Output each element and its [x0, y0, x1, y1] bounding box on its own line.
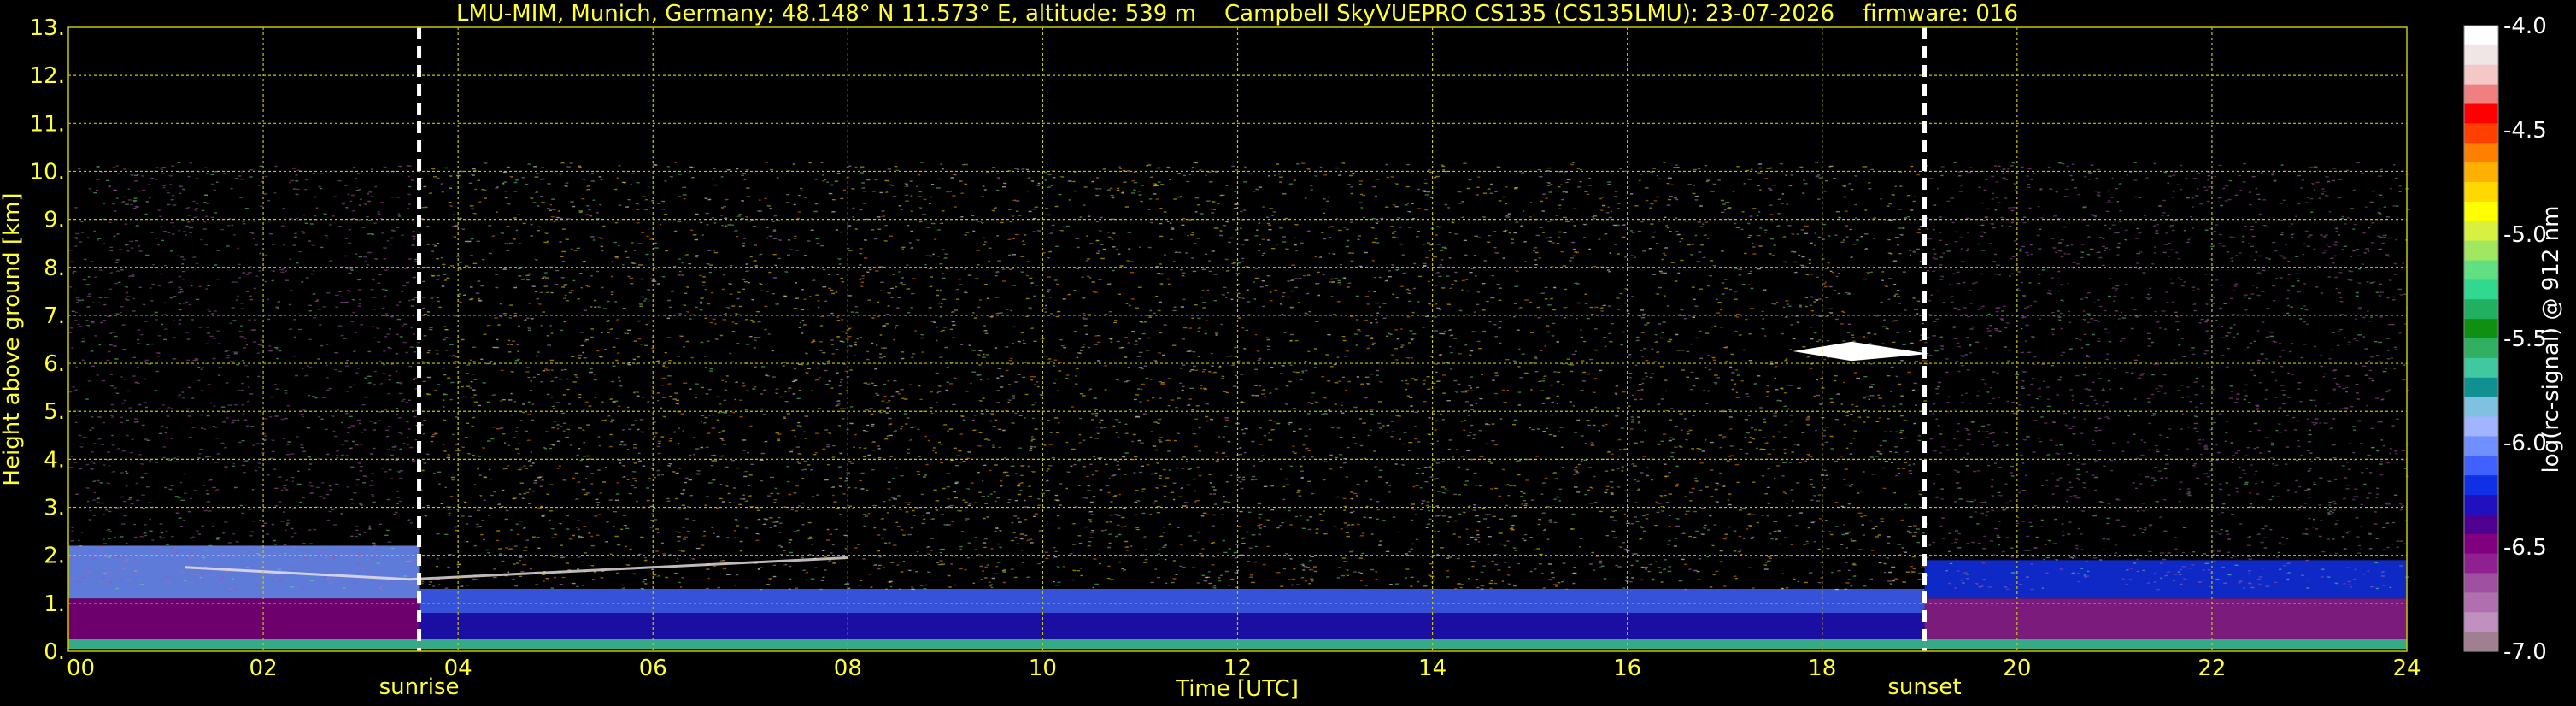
ceilometer-chart: LMU-MIM, Munich, Germany; 48.148° N 11.5…	[0, 0, 2576, 706]
colorbar-swatch	[2464, 103, 2498, 124]
chart-title: LMU-MIM, Munich, Germany; 48.148° N 11.5…	[456, 1, 2018, 26]
colorbar-swatch	[2464, 182, 2498, 203]
y-tick-label: 4.	[44, 447, 65, 473]
x-tick-label: 08	[834, 656, 862, 681]
colorbar	[2463, 25, 2499, 652]
colorbar-swatch	[2464, 26, 2498, 46]
x-tick-label: 14	[1418, 656, 1446, 681]
y-tick-label: 2.	[44, 544, 65, 569]
x-tick-label: 16	[1613, 656, 1641, 681]
colorbar-swatch	[2464, 201, 2498, 222]
y-tick-label: 12.	[30, 63, 65, 89]
backscatter-band	[68, 598, 420, 639]
backscatter-band	[419, 589, 1925, 614]
colorbar-swatch	[2464, 162, 2498, 183]
colorbar-swatch	[2464, 44, 2498, 66]
colorbar-swatch	[2464, 553, 2498, 574]
colorbar-swatch	[2464, 319, 2498, 339]
x-tick-label: 24	[2392, 656, 2421, 681]
colorbar-swatch	[2464, 533, 2498, 555]
colorbar-swatch	[2464, 123, 2498, 144]
y-tick-label: 9.	[44, 208, 65, 233]
x-tick-label: 00	[67, 656, 95, 681]
annotation-label: sunset	[1887, 674, 1961, 700]
colorbar-swatch	[2464, 612, 2498, 632]
colorbar-tick-label: -4.5	[2503, 118, 2547, 144]
colorbar-label: log(rc-signal) @ 912 nm	[2538, 206, 2564, 474]
colorbar-swatch	[2464, 64, 2498, 85]
x-tick-label: 22	[2198, 656, 2226, 681]
backscatter-band	[1924, 598, 2407, 639]
colorbar-swatch	[2464, 632, 2498, 652]
y-tick-label: 7.	[44, 303, 65, 329]
colorbar-swatch	[2464, 221, 2498, 242]
y-tick-label: 10.	[30, 159, 65, 185]
colorbar-swatch	[2464, 143, 2498, 163]
x-tick-label: 18	[1808, 656, 1836, 681]
x-tick-label: 02	[249, 656, 278, 681]
colorbar-swatch	[2464, 514, 2498, 535]
backscatter-band	[68, 545, 420, 599]
x-tick-label: 10	[1029, 656, 1057, 681]
colorbar-swatch	[2464, 240, 2498, 262]
y-tick-label: 1.	[44, 591, 65, 617]
backscatter-band	[1924, 560, 2407, 599]
y-tick-label: 8.	[44, 256, 65, 281]
colorbar-swatch	[2464, 573, 2498, 593]
colorbar-tick-label: -4.0	[2503, 14, 2547, 39]
y-tick-label: 13.	[30, 15, 65, 41]
colorbar-tick-label: -6.5	[2503, 535, 2547, 561]
colorbar-swatch	[2464, 357, 2498, 379]
annotation-label: sunrise	[379, 674, 460, 700]
backscatter-band	[419, 613, 1925, 639]
colorbar-tick-label: -7.0	[2503, 639, 2547, 665]
colorbar-swatch	[2464, 475, 2498, 496]
colorbar-swatch	[2464, 84, 2498, 105]
colorbar-swatch	[2464, 592, 2498, 613]
y-tick-label: 3.	[44, 496, 65, 521]
colorbar-swatch	[2464, 436, 2498, 456]
colorbar-swatch	[2464, 456, 2498, 476]
x-tick-label: 20	[2003, 656, 2031, 681]
y-tick-label: 0.	[44, 639, 65, 665]
colorbar-swatch	[2464, 279, 2498, 300]
colorbar-swatch	[2464, 299, 2498, 320]
y-tick-label: 5.	[44, 399, 65, 425]
y-tick-label: 11.	[30, 111, 65, 137]
colorbar-swatch	[2464, 338, 2498, 359]
colorbar-swatch	[2464, 397, 2498, 418]
y-axis-label: Height above ground [km]	[0, 192, 25, 485]
colorbar-swatch	[2464, 377, 2498, 398]
x-axis-label: Time [UTC]	[1175, 676, 1299, 702]
colorbar-swatch	[2464, 495, 2498, 515]
colorbar-swatch	[2464, 416, 2498, 437]
y-tick-label: 6.	[44, 351, 65, 377]
x-tick-label: 06	[639, 656, 667, 681]
colorbar-swatch	[2464, 260, 2498, 280]
